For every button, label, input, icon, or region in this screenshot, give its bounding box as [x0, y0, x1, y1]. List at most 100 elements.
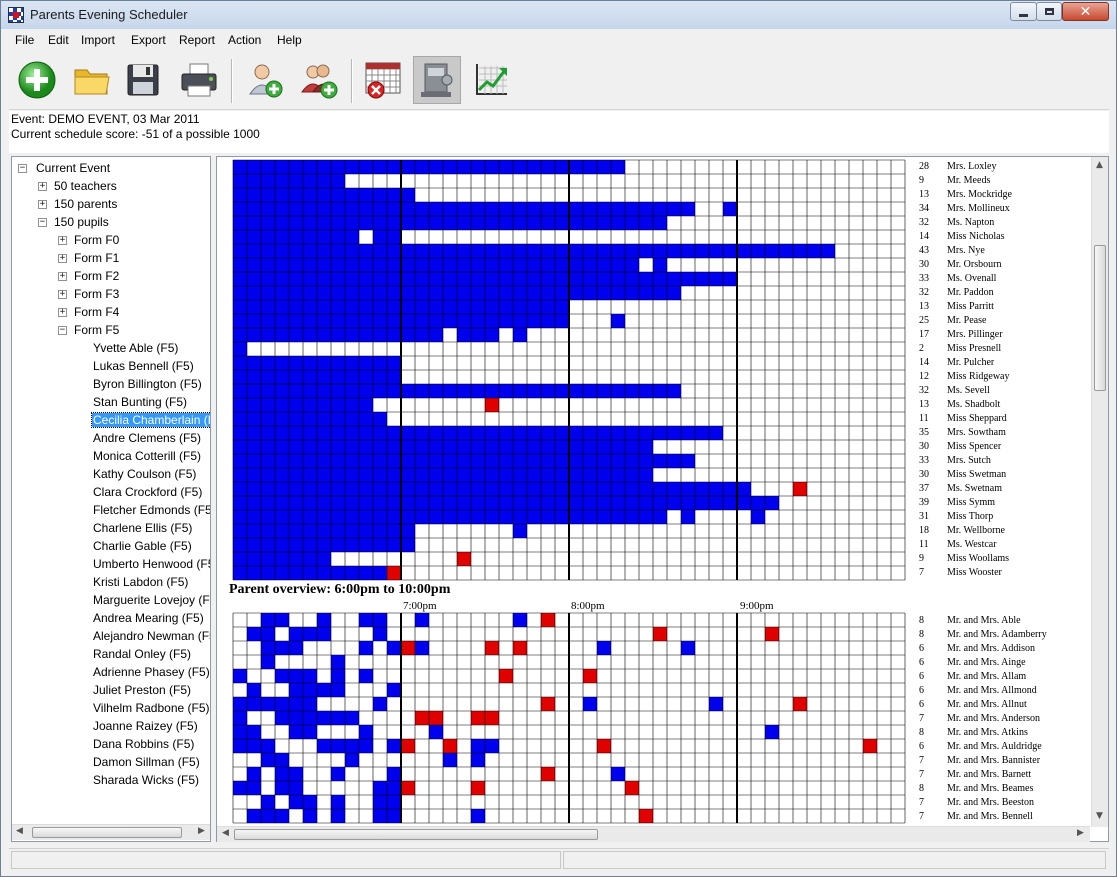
list-item[interactable]: 8 Mr. and Mrs. Atkins [919, 726, 1089, 740]
scroll-thumb[interactable] [234, 829, 598, 840]
expand-icon[interactable]: + [38, 200, 47, 209]
run-scheduler-button[interactable] [413, 56, 461, 104]
schedule-horizontal-scrollbar[interactable]: ◀ ▶ [217, 826, 1090, 842]
list-item[interactable]: 9 Mr. Meeds [919, 174, 1089, 188]
tree-student-item[interactable]: Vilhelm Radbone (F5) [92, 700, 210, 717]
print-button[interactable] [175, 56, 223, 104]
clear-schedule-button[interactable] [359, 56, 407, 104]
tree-student-item[interactable]: Damon Sillman (F5) [92, 754, 201, 771]
list-item[interactable]: 14 Mr. Pulcher [919, 356, 1089, 370]
list-item[interactable]: 18 Mr. Wellborne [919, 524, 1089, 538]
list-item[interactable]: 13 Miss Parritt [919, 300, 1089, 314]
tree-student-item[interactable]: Marguerite Lovejoy (F5) [92, 592, 210, 609]
list-item[interactable]: 11 Miss Sheppard [919, 412, 1089, 426]
list-item[interactable]: 2 Miss Presnell [919, 342, 1089, 356]
scroll-left-icon[interactable]: ◀ [222, 828, 229, 838]
list-item[interactable]: 30 Mr. Orsbourn [919, 258, 1089, 272]
menu-file[interactable]: File [15, 33, 34, 47]
list-item[interactable]: 6 Mr. and Mrs. Allam [919, 670, 1089, 684]
title-bar[interactable]: Parents Evening Scheduler ✕ [1, 1, 1116, 29]
tree-student-item[interactable]: Charlie Gable (F5) [92, 538, 193, 555]
tree-student-item[interactable]: Cecilia Chamberlain (F5) [91, 412, 210, 429]
list-item[interactable]: 7 Mr. and Mrs. Bennell [919, 810, 1089, 824]
tree-student-item[interactable]: Kristi Labdon (F5) [92, 574, 189, 591]
close-button[interactable]: ✕ [1062, 2, 1109, 21]
list-item[interactable]: 6 Mr. and Mrs. Auldridge [919, 740, 1089, 754]
tree-student-item[interactable]: Yvette Able (F5) [92, 340, 179, 357]
open-button[interactable] [67, 56, 115, 104]
list-item[interactable]: 39 Miss Symm [919, 496, 1089, 510]
list-item[interactable]: 8 Mr. and Mrs. Beames [919, 782, 1089, 796]
tree-student-item[interactable]: Clara Crockford (F5) [92, 484, 203, 501]
scroll-thumb[interactable] [1094, 245, 1106, 391]
list-item[interactable]: 30 Miss Spencer [919, 440, 1089, 454]
list-item[interactable]: 9 Miss Woollams [919, 552, 1089, 566]
tree-student-item[interactable]: Umberto Henwood (F5) [92, 556, 210, 573]
schedule-vertical-scrollbar[interactable]: ▲ ▼ [1091, 157, 1108, 827]
list-item[interactable]: 6 Mr. and Mrs. Addison [919, 642, 1089, 656]
list-item[interactable]: 31 Miss Thorp [919, 510, 1089, 524]
tree-student-item[interactable]: Alejandro Newman (F5) [92, 628, 210, 645]
list-item[interactable]: 7 Mr. and Mrs. Beeston [919, 796, 1089, 810]
tree-student-item[interactable]: Kathy Coulson (F5) [92, 466, 197, 483]
scroll-left-icon[interactable]: ◀ [16, 826, 23, 836]
menu-report[interactable]: Report [179, 33, 215, 47]
tree-student-item[interactable]: Joanne Raizey (F5) [92, 718, 199, 735]
tree-student-item[interactable]: Byron Billington (F5) [92, 376, 203, 393]
list-item[interactable]: 7 Mr. and Mrs. Anderson [919, 712, 1089, 726]
scroll-down-icon[interactable]: ▼ [1096, 811, 1103, 821]
expand-icon[interactable]: + [58, 308, 67, 317]
tree-student-item[interactable]: Sharada Wicks (F5) [92, 772, 200, 789]
collapse-icon[interactable]: − [58, 326, 67, 335]
list-item[interactable]: 14 Miss Nicholas [919, 230, 1089, 244]
list-item[interactable]: 32 Mr. Paddon [919, 286, 1089, 300]
save-button[interactable] [119, 56, 167, 104]
collapse-icon[interactable]: − [18, 164, 27, 173]
list-item[interactable]: 8 Mr. and Mrs. Adamberry [919, 628, 1089, 642]
expand-icon[interactable]: + [58, 254, 67, 263]
tree-student-item[interactable]: Charlene Ellis (F5) [92, 520, 193, 537]
list-item[interactable]: 6 Mr. and Mrs. Allmond [919, 684, 1089, 698]
add-teacher-button[interactable] [241, 56, 289, 104]
tree-student-item[interactable]: Juliet Preston (F5) [92, 682, 192, 699]
tree-horizontal-scrollbar[interactable]: ◀ ▶ [12, 824, 210, 840]
list-item[interactable]: 32 Ms. Sevell [919, 384, 1089, 398]
collapse-icon[interactable]: − [38, 218, 47, 227]
expand-icon[interactable]: + [58, 236, 67, 245]
list-item[interactable]: 6 Mr. and Mrs. Ainge [919, 656, 1089, 670]
list-item[interactable]: 37 Ms. Swetnam [919, 482, 1089, 496]
optimise-button[interactable] [467, 56, 515, 104]
list-item[interactable]: 33 Ms. Ovenall [919, 272, 1089, 286]
scroll-up-icon[interactable]: ▲ [1096, 160, 1103, 170]
list-item[interactable]: 13 Mrs. Mockridge [919, 188, 1089, 202]
add-parents-button[interactable] [295, 56, 343, 104]
list-item[interactable]: 43 Mrs. Nye [919, 244, 1089, 258]
list-item[interactable]: 34 Mrs. Mollineux [919, 202, 1089, 216]
tree-student-item[interactable]: Fletcher Edmonds (F5) [92, 502, 210, 519]
scroll-right-icon[interactable]: ▶ [1077, 828, 1084, 838]
list-item[interactable]: 7 Mr. and Mrs. Barnett [919, 768, 1089, 782]
list-item[interactable]: 7 Miss Wooster [919, 566, 1089, 580]
tree-student-item[interactable]: Randal Onley (F5) [92, 646, 192, 663]
list-item[interactable]: 12 Miss Ridgeway [919, 370, 1089, 384]
tree-student-item[interactable]: Andre Clemens (F5) [92, 430, 202, 447]
list-item[interactable]: 8 Mr. and Mrs. Able [919, 614, 1089, 628]
minimize-button[interactable] [1010, 2, 1037, 21]
menu-export[interactable]: Export [131, 33, 166, 47]
list-item[interactable]: 13 Ms. Shadbolt [919, 398, 1089, 412]
menu-help[interactable]: Help [277, 33, 302, 47]
tree-student-item[interactable]: Andrea Mearing (F5) [92, 610, 205, 627]
list-item[interactable]: 17 Mrs. Pillinger [919, 328, 1089, 342]
list-item[interactable]: 11 Ms. Westcar [919, 538, 1089, 552]
list-item[interactable]: 25 Mr. Pease [919, 314, 1089, 328]
list-item[interactable]: 7 Mr. and Mrs. Bannister [919, 754, 1089, 768]
tree-student-item[interactable]: Dana Robbins (F5) [92, 736, 195, 753]
list-item[interactable]: 32 Ms. Napton [919, 216, 1089, 230]
expand-icon[interactable]: + [58, 290, 67, 299]
new-event-button[interactable] [13, 56, 61, 104]
tree-student-item[interactable]: Lukas Bennell (F5) [92, 358, 195, 375]
list-item[interactable]: 30 Miss Swetman [919, 468, 1089, 482]
list-item[interactable]: 28 Mrs. Loxley [919, 160, 1089, 174]
list-item[interactable]: 35 Mrs. Sowtham [919, 426, 1089, 440]
list-item[interactable]: 6 Mr. and Mrs. Allnut [919, 698, 1089, 712]
